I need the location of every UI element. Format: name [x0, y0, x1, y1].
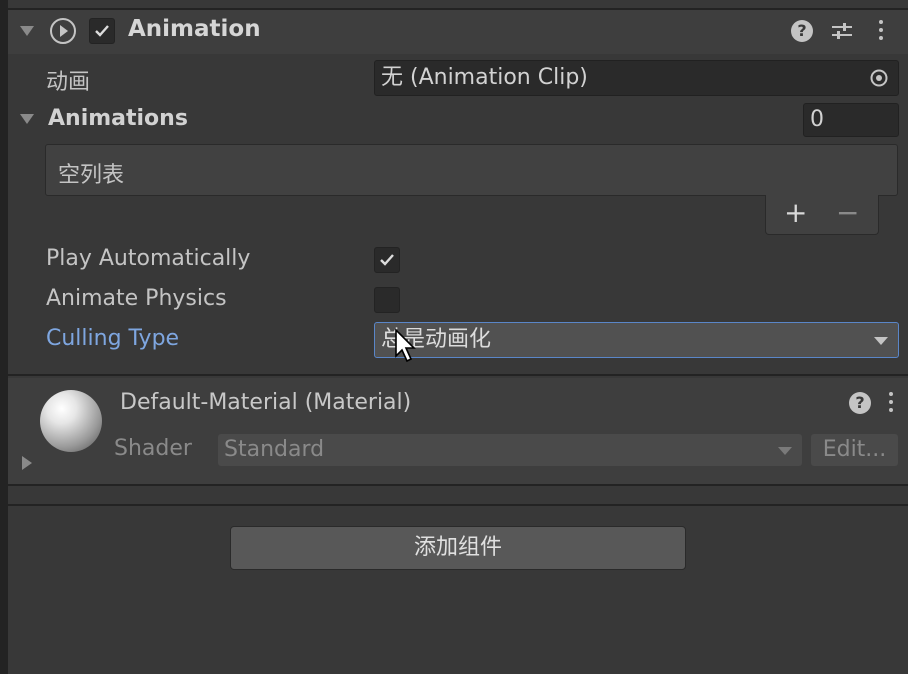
animation-clip-field[interactable]: 无 (Animation Clip)	[374, 60, 899, 96]
checkmark-icon	[95, 25, 109, 37]
list-empty-text: 空列表	[58, 163, 125, 188]
animations-list: 空列表	[45, 144, 898, 196]
material-title: Default-Material (Material)	[120, 390, 412, 415]
animations-label: Animations	[48, 106, 188, 131]
shader-dropdown[interactable]: Standard	[218, 434, 802, 466]
add-component-button[interactable]: 添加组件	[230, 526, 686, 570]
shader-edit-button[interactable]: Edit...	[811, 434, 898, 466]
foldout-arrow-icon[interactable]	[20, 26, 34, 36]
component-title: Animation	[128, 16, 261, 42]
animation-label: 动画	[46, 70, 91, 95]
remove-element-button[interactable]: −	[836, 196, 859, 229]
mouse-cursor-icon	[395, 328, 416, 363]
play-automatically-label: Play Automatically	[46, 246, 251, 271]
dropdown-arrow-icon	[874, 337, 888, 345]
animate-physics-checkbox[interactable]	[374, 287, 400, 313]
animations-size-value: 0	[810, 107, 824, 132]
checkmark-icon	[380, 254, 394, 266]
material-preview-sphere	[40, 390, 102, 452]
window-edge	[0, 0, 8, 674]
culling-type-dropdown[interactable]: 总是动画化	[374, 322, 899, 358]
material-help-icon[interactable]: ?	[849, 392, 871, 414]
section-divider	[8, 504, 908, 506]
animations-foldout-arrow-icon[interactable]	[20, 114, 34, 124]
dropdown-arrow-icon	[778, 447, 792, 455]
play-automatically-checkbox[interactable]	[374, 247, 400, 273]
animation-component-icon	[50, 18, 76, 44]
help-icon[interactable]: ?	[791, 20, 813, 42]
material-menu-icon[interactable]	[888, 392, 894, 416]
add-element-button[interactable]: +	[784, 196, 807, 229]
animation-clip-value: 无 (Animation Clip)	[381, 65, 588, 90]
animate-physics-label: Animate Physics	[46, 286, 227, 311]
section-divider	[8, 374, 908, 376]
material-foldout-arrow-icon[interactable]	[22, 456, 32, 470]
component-enabled-checkbox[interactable]	[89, 18, 115, 44]
shader-label: Shader	[114, 436, 192, 461]
object-picker-icon[interactable]	[869, 68, 889, 88]
culling-type-label: Culling Type	[46, 326, 180, 351]
sliders-icon[interactable]	[830, 19, 854, 43]
list-footer: + −	[765, 195, 879, 235]
section-divider	[8, 484, 908, 486]
animations-size-field[interactable]: 0	[803, 103, 899, 137]
kebab-menu-icon[interactable]	[878, 20, 884, 44]
shader-value: Standard	[224, 437, 325, 462]
